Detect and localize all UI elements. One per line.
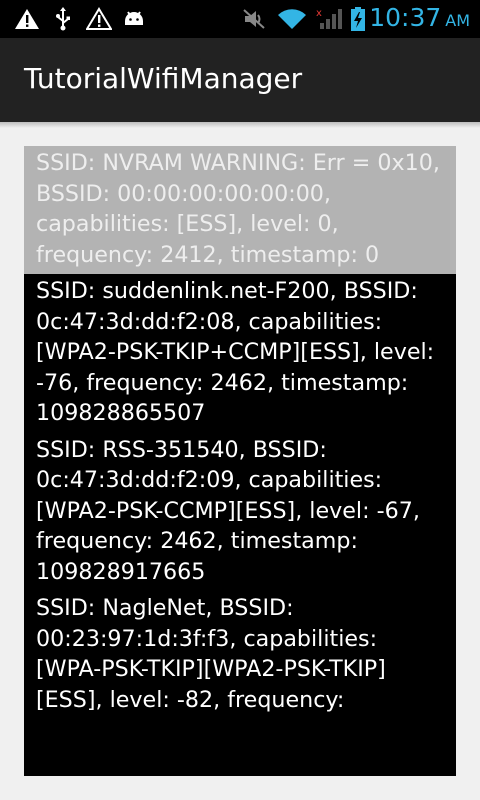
wifi-scan-list[interactable]: SSID: NVRAM WARNING: Err = 0x10, BSSID: … [24, 146, 456, 776]
action-bar: TutorialWifiManager [0, 38, 480, 123]
wifi-list-item[interactable]: SSID: NVRAM WARNING: Err = 0x10, BSSID: … [24, 146, 456, 274]
mute-icon [243, 9, 265, 29]
clock: 10:37 AM [369, 3, 470, 32]
wifi-list-item[interactable]: SSID: NagleNet, BSSID: 00:23:97:1d:3f:f3… [24, 591, 456, 719]
signal-icon: x [316, 8, 342, 29]
clock-ampm: AM [445, 11, 470, 30]
warning-icon [15, 9, 39, 29]
svg-text:x: x [316, 8, 322, 19]
wifi-icon [278, 9, 306, 29]
wifi-list-item[interactable]: SSID: RSS-351540, BSSID: 0c:47:3d:dd:f2:… [24, 433, 456, 592]
clock-time: 10:37 [369, 3, 442, 32]
action-bar-shadow [0, 122, 480, 128]
wifi-list-item[interactable]: SSID: suddenlink.net-F200, BSSID: 0c:47:… [24, 274, 456, 433]
app-title: TutorialWifiManager [24, 62, 303, 95]
alert-icon [86, 7, 112, 30]
battery-icon [351, 7, 365, 31]
status-bar: x 10:37 AM [0, 0, 480, 38]
android-debug-icon [125, 11, 143, 25]
usb-icon [56, 7, 70, 31]
